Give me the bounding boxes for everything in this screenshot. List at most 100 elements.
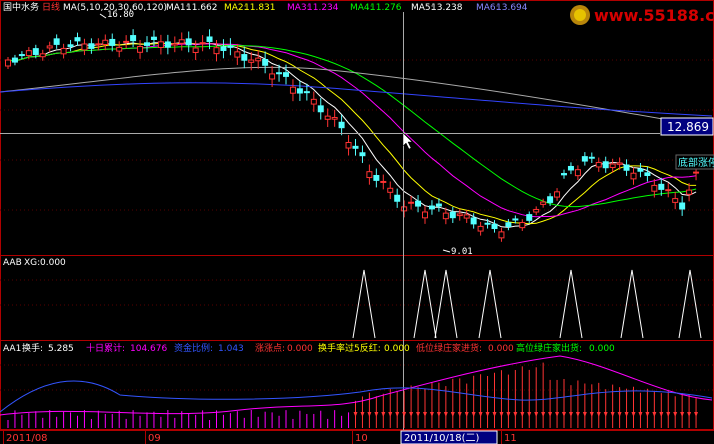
crosshair-date-label: 2011/10/18(二) bbox=[404, 433, 480, 444]
x-axis-label-nov: 11 bbox=[504, 433, 517, 444]
turnover-arrow-marker bbox=[457, 412, 462, 417]
turnover-arrow-marker bbox=[652, 412, 657, 417]
candle-up bbox=[693, 171, 700, 174]
turnover-arrow-marker bbox=[673, 412, 678, 417]
period-label: 日线 bbox=[42, 1, 60, 13]
candle-down bbox=[53, 38, 60, 45]
candle-up bbox=[171, 43, 178, 46]
candle-up bbox=[199, 42, 206, 45]
ten-day-label: 十日累计: bbox=[86, 342, 125, 354]
ma3-value: 11.234 bbox=[307, 3, 339, 13]
candle-down bbox=[658, 183, 665, 190]
candle-down bbox=[32, 48, 39, 55]
candle-up bbox=[651, 184, 658, 192]
header-row: 国中水务 日线 MA(5,10,20,30,60,120) MA1: 11.66… bbox=[3, 1, 528, 13]
candle-up bbox=[345, 141, 352, 149]
xg-peak bbox=[434, 269, 458, 339]
candle-up bbox=[595, 161, 602, 168]
turnover-arrow-marker bbox=[666, 412, 671, 417]
candle-down bbox=[581, 156, 588, 162]
candle-down bbox=[637, 168, 644, 172]
ma1-line bbox=[7, 41, 697, 228]
x-axis-label-aug: 2011/08 bbox=[6, 433, 48, 444]
turnover-arrow-marker bbox=[659, 412, 664, 417]
turnover-arrow-marker bbox=[443, 412, 448, 417]
limit-label: 涨涨点: bbox=[255, 343, 285, 354]
watermark-logo: www.55188.com bbox=[570, 5, 714, 25]
candle-up bbox=[630, 172, 637, 180]
candle-down bbox=[11, 57, 18, 63]
turnover-arrow-marker bbox=[694, 412, 699, 417]
turnover-arrow-marker bbox=[450, 412, 455, 417]
turnover-arrow-marker bbox=[485, 412, 490, 417]
candle-down bbox=[484, 222, 491, 225]
turnover-arrow-marker bbox=[381, 412, 386, 417]
turnover-arrow-marker bbox=[492, 412, 497, 417]
turnover-arrow-marker bbox=[388, 412, 393, 417]
candle-down bbox=[679, 202, 686, 210]
candle-down bbox=[283, 72, 289, 77]
candle-up bbox=[331, 116, 338, 120]
volume-header: AA1 换手: 5.285 十日累计: 104.676 资金比例: 1.043 … bbox=[3, 342, 615, 354]
xg-peak bbox=[478, 269, 502, 339]
candle-down bbox=[415, 200, 422, 207]
turnover-arrow-marker bbox=[555, 412, 560, 417]
turnover-arrow-marker bbox=[534, 412, 539, 417]
turnover-arrow-marker bbox=[374, 412, 379, 417]
candle-up bbox=[60, 47, 67, 55]
candle-up bbox=[248, 59, 255, 63]
turnover-arrow-marker bbox=[617, 412, 622, 417]
ma1-value: 11.662 bbox=[186, 3, 218, 13]
candle-up bbox=[456, 213, 463, 217]
candle-down bbox=[359, 152, 366, 157]
ma2-value: 11.831 bbox=[244, 3, 276, 13]
high-green-value: 0.000 bbox=[589, 344, 615, 354]
turnover-arrow-marker bbox=[645, 412, 650, 417]
turnover-arrow-marker bbox=[471, 412, 476, 417]
candle-up bbox=[25, 50, 32, 57]
stock-chart: 16.80 9.01 12.869 底部涨停 国中水务 日线 MA(5,10,2… bbox=[0, 0, 714, 444]
xg-peak bbox=[559, 269, 583, 339]
ma4-line bbox=[7, 44, 697, 208]
candle-down bbox=[303, 91, 310, 94]
xg-peak bbox=[678, 269, 702, 339]
x-axis-label-oct: 10 bbox=[355, 433, 368, 444]
candle-down bbox=[109, 38, 116, 46]
candle-up bbox=[616, 162, 623, 165]
candle-down bbox=[18, 54, 25, 57]
candle-up bbox=[192, 47, 199, 53]
candle-up bbox=[234, 51, 241, 58]
ma6-value: 13.694 bbox=[496, 3, 528, 13]
turnover-arrow-marker bbox=[513, 412, 518, 417]
candle-down bbox=[67, 44, 74, 47]
candle-up bbox=[5, 59, 11, 67]
candle-down bbox=[547, 196, 554, 203]
candle-down bbox=[241, 54, 248, 61]
ma3-line bbox=[7, 43, 697, 218]
candle-down bbox=[352, 145, 359, 149]
ratio-label: 资金比例: bbox=[174, 342, 213, 354]
candle-up bbox=[269, 73, 276, 80]
candle-up bbox=[609, 163, 616, 168]
candle-down bbox=[512, 218, 519, 221]
candle-down bbox=[144, 42, 150, 46]
candle-down bbox=[602, 161, 609, 169]
x-axis-label-sep: 09 bbox=[148, 433, 161, 444]
low-green-label: 低位绿庄家进货: bbox=[416, 342, 482, 354]
low-price-label: 9.01 bbox=[451, 247, 473, 257]
turnover-arrow-marker bbox=[436, 412, 441, 417]
candle-down bbox=[561, 173, 567, 176]
candle-up bbox=[554, 191, 561, 198]
candle-down bbox=[150, 36, 157, 41]
candle-up bbox=[213, 47, 220, 55]
candle-up bbox=[477, 225, 484, 232]
candle-down bbox=[373, 175, 380, 181]
turnover-arrow-marker bbox=[527, 412, 532, 417]
candle-up bbox=[324, 115, 331, 120]
candle-down bbox=[435, 203, 442, 207]
candle-up bbox=[665, 189, 672, 192]
turnover-arrow-marker bbox=[464, 412, 469, 417]
turnover-arrow-marker bbox=[575, 412, 580, 417]
moving-average-lines bbox=[0, 41, 713, 228]
turnover-arrow-marker bbox=[687, 412, 692, 417]
